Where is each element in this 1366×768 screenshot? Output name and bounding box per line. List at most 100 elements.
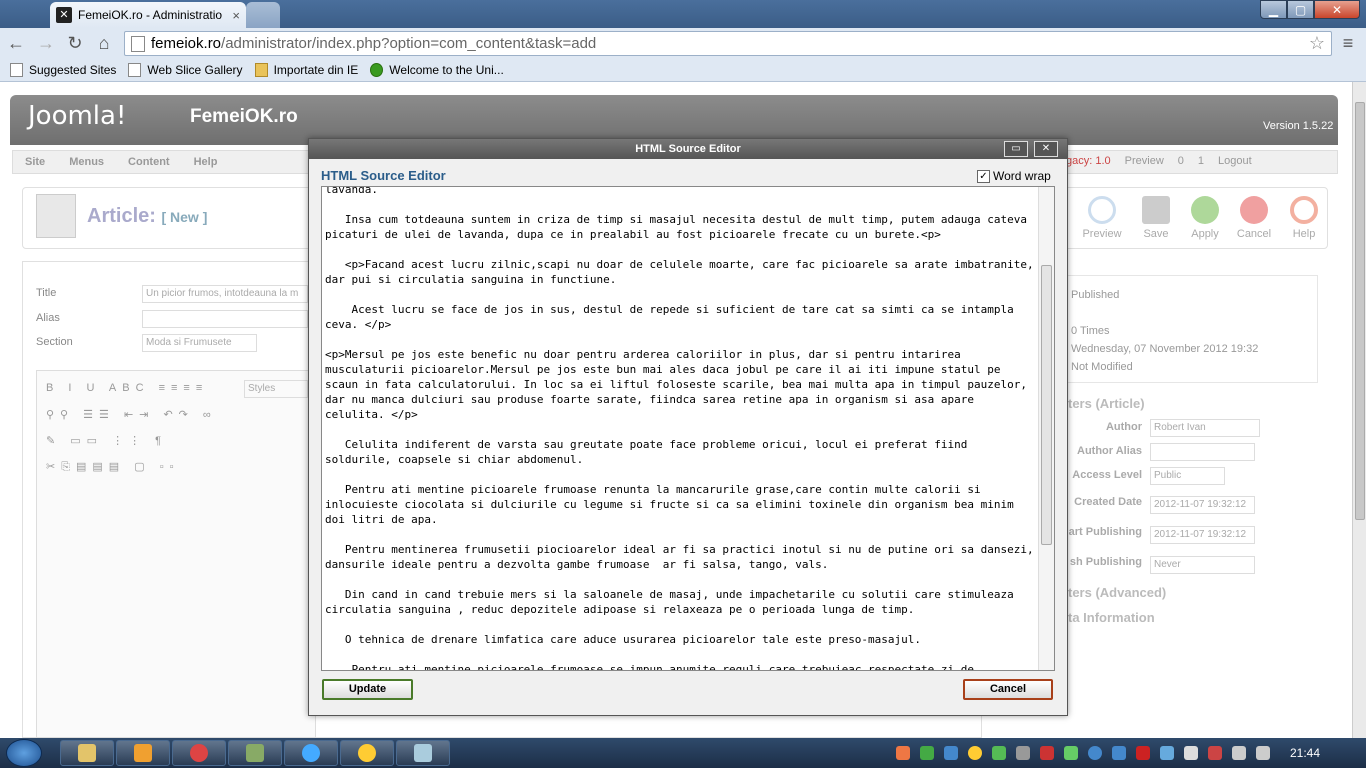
tray-icon-2[interactable] <box>920 746 934 760</box>
alias-input[interactable] <box>142 310 308 328</box>
bookmarks-bar: Suggested Sites Web Slice Gallery Import… <box>0 58 1366 82</box>
page-title: Article: [ New ] <box>87 205 208 227</box>
bookmark-welcome[interactable]: Welcome to the Uni... <box>370 62 504 77</box>
bookmark-importate-din-ie[interactable]: Importate din IE <box>254 62 358 77</box>
tray-icon-7[interactable] <box>1040 746 1054 760</box>
taskbar-messenger[interactable] <box>340 740 394 766</box>
author-alias-input[interactable] <box>1150 443 1255 461</box>
taskbar-clock: 21:44 <box>1290 746 1321 760</box>
back-icon[interactable]: ← <box>6 33 26 53</box>
tray-icon-4[interactable] <box>968 746 982 760</box>
maximize-icon[interactable]: ▢ <box>1287 0 1314 19</box>
access-level-select[interactable]: Public <box>1150 467 1225 485</box>
styles-select[interactable]: Styles <box>244 380 308 398</box>
alias-label: Alias <box>36 312 60 324</box>
site-name: FemeiOK.ro <box>190 106 298 127</box>
start-publishing-input[interactable]: 2012-11-07 19:32:12 <box>1150 526 1255 544</box>
editor-toolbar-row-2: ⚲⚲ ☰☰ ⇤⇥ ↶↷ ∞ <box>46 409 217 421</box>
reload-icon[interactable]: ↻ <box>65 33 85 53</box>
bookmark-web-slice-gallery[interactable]: Web Slice Gallery <box>128 62 243 77</box>
tray-icon-9[interactable] <box>1088 746 1102 760</box>
page-scrollbar[interactable] <box>1352 82 1366 738</box>
section-label: Section <box>36 336 73 348</box>
wrench-icon[interactable]: ≡ <box>1338 33 1358 53</box>
editor-toolbar-row-3: ✎ ▭▭ ⋮⋮ ¶ <box>46 435 168 447</box>
created-date-label: Created Date <box>1074 496 1142 508</box>
dialog-heading: HTML Source Editor <box>321 168 446 183</box>
word-wrap-checkbox[interactable]: ✓ <box>977 170 990 183</box>
close-window-icon[interactable]: ✕ <box>1314 0 1360 19</box>
word-wrap-label: Word wrap <box>993 169 1051 183</box>
url-bar[interactable]: femeiok.ro/administrator/index.php?optio… <box>124 31 1332 56</box>
star-icon[interactable]: ☆ <box>1309 33 1325 54</box>
dialog-title: HTML Source Editor <box>309 139 1067 159</box>
cancel-dialog-button[interactable]: Cancel <box>963 679 1053 700</box>
editor-toolbar-row-1: B I U ABC ≡≡≡≡ <box>46 382 209 394</box>
menu-content[interactable]: Content <box>116 156 182 168</box>
tray-icon-12[interactable] <box>1160 746 1174 760</box>
parameters-article-header[interactable]: ters (Article) <box>1068 396 1145 411</box>
save-button[interactable]: Save <box>1132 196 1180 240</box>
finish-publishing-input[interactable]: Never <box>1150 556 1255 574</box>
created-value: Wednesday, 07 November 2012 19:32 <box>1071 343 1259 355</box>
cancel-button[interactable]: Cancel <box>1230 196 1278 240</box>
home-icon[interactable]: ⌂ <box>94 33 114 53</box>
users-count[interactable]: 1 <box>1198 155 1204 167</box>
hits-value: 0 Times <box>1071 325 1110 337</box>
volume-icon[interactable] <box>1256 746 1270 760</box>
joomla-favicon-icon: ✕ <box>56 7 72 23</box>
author-select[interactable]: Robert Ivan <box>1150 419 1260 437</box>
taskbar-notepad[interactable] <box>396 740 450 766</box>
play-icon <box>370 62 384 77</box>
close-icon[interactable]: ✕ <box>1034 141 1058 157</box>
taskbar-ie[interactable] <box>284 740 338 766</box>
apply-button[interactable]: Apply <box>1181 196 1229 240</box>
messages-count[interactable]: 0 <box>1178 155 1184 167</box>
taskbar-media[interactable] <box>116 740 170 766</box>
metadata-header[interactable]: ta Information <box>1068 610 1155 625</box>
section-select[interactable]: Moda si Frumusete <box>142 334 257 352</box>
forward-icon[interactable]: → <box>36 33 56 53</box>
close-tab-icon[interactable]: × <box>232 8 240 23</box>
title-input[interactable]: Un picior frumos, intotdeauna la m <box>142 285 308 303</box>
menu-help[interactable]: Help <box>182 156 230 168</box>
new-tab-button[interactable] <box>246 2 280 28</box>
preview-link[interactable]: Preview <box>1125 155 1164 167</box>
taskbar-app-4[interactable] <box>228 740 282 766</box>
tray-icon-8[interactable] <box>1064 746 1078 760</box>
menu-menus[interactable]: Menus <box>57 156 116 168</box>
wysiwyg-editor <box>36 370 316 738</box>
ati-icon[interactable] <box>1136 746 1150 760</box>
maximize-icon[interactable]: ▭ <box>1004 141 1028 157</box>
parameters-advanced-header[interactable]: ters (Advanced) <box>1068 585 1166 600</box>
start-publishing-label: art Publishing <box>1068 526 1142 538</box>
state-value: Published <box>1071 289 1120 301</box>
bluetooth-icon[interactable] <box>1112 746 1126 760</box>
taskbar-explorer[interactable] <box>60 740 114 766</box>
start-button[interactable] <box>6 739 42 767</box>
tray-icon-14[interactable] <box>1208 746 1222 760</box>
source-scrollbar[interactable] <box>1038 187 1054 670</box>
tray-icon-3[interactable] <box>944 746 958 760</box>
preview-button[interactable]: Preview <box>1078 196 1126 240</box>
created-date-input[interactable]: 2012-11-07 19:32:12 <box>1150 496 1255 514</box>
minimize-icon[interactable]: ▁ <box>1260 0 1287 19</box>
update-button[interactable]: Update <box>322 679 413 700</box>
menu-site[interactable]: Site <box>13 156 57 168</box>
source-textarea[interactable]: lavanda. Insa cum totdeauna suntem in cr… <box>321 186 1055 671</box>
tray-icon-6[interactable] <box>1016 746 1030 760</box>
editor-toolbar-row-4: ✂⎘▤▤▤ ▢ ▫▫ <box>46 461 180 473</box>
tray-icon-5[interactable] <box>992 746 1006 760</box>
help-button[interactable]: Help <box>1280 196 1328 240</box>
tray-icon-1[interactable] <box>896 746 910 760</box>
folder-icon <box>254 62 268 77</box>
network-icon[interactable] <box>1232 746 1246 760</box>
joomla-logo: Joomla! <box>28 101 127 131</box>
flag-icon[interactable] <box>1184 746 1198 760</box>
logout-link[interactable]: Logout <box>1218 155 1252 167</box>
taskbar-chrome[interactable] <box>172 740 226 766</box>
bookmark-suggested-sites[interactable]: Suggested Sites <box>10 62 116 77</box>
page-icon <box>128 62 142 77</box>
browser-tab[interactable]: ✕ FemeiOK.ro - Administratio × <box>50 2 246 28</box>
page-icon <box>10 62 23 77</box>
